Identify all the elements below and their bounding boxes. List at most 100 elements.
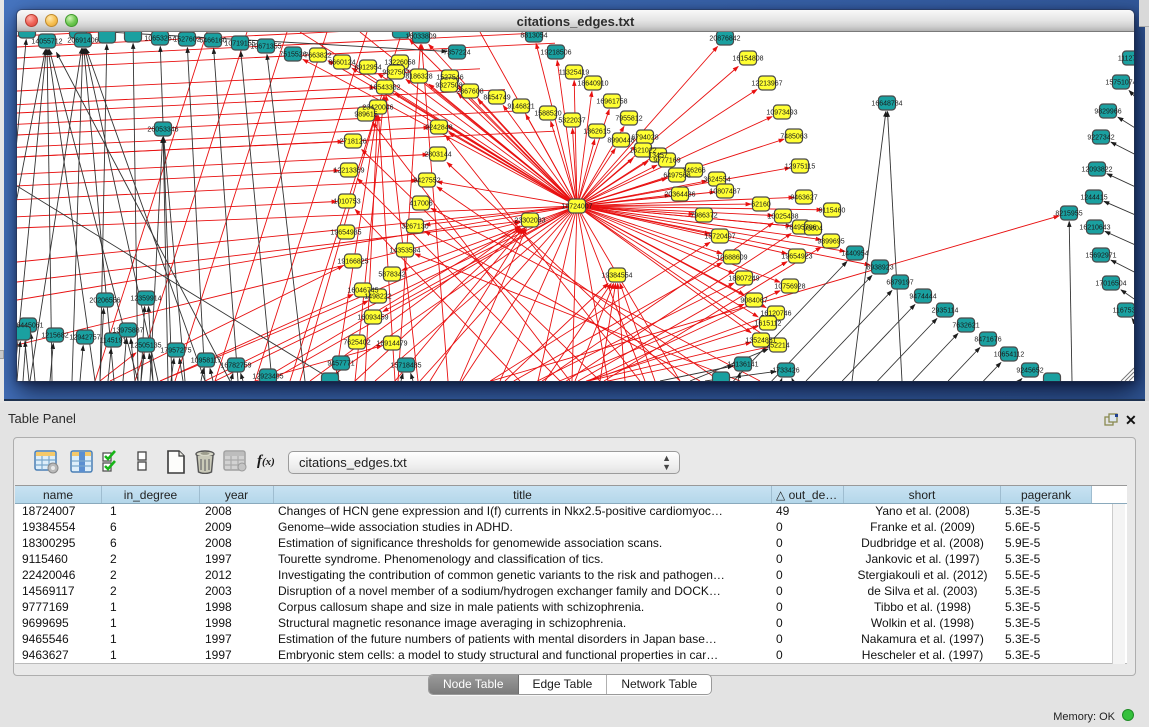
- svg-text:18724007: 18724007: [561, 204, 592, 211]
- svg-text:12359914: 12359914: [130, 296, 161, 303]
- svg-text:19654923: 19654923: [781, 254, 812, 261]
- svg-text:2935114: 2935114: [932, 308, 959, 315]
- svg-text:8813054: 8813054: [520, 33, 547, 40]
- svg-text:9115460: 9115460: [819, 208, 846, 215]
- svg-text:10688609: 10688609: [716, 255, 747, 262]
- svg-text:98804: 98804: [803, 226, 823, 233]
- svg-text:9463627: 9463627: [790, 195, 817, 202]
- svg-text:5322037: 5322037: [558, 118, 585, 125]
- svg-text:1440954: 1440954: [841, 251, 868, 258]
- svg-text:20206556: 20206556: [89, 298, 120, 305]
- svg-text:1167533: 1167533: [1113, 308, 1134, 315]
- svg-text:10807487: 10807487: [709, 189, 740, 196]
- svg-text:1010753: 1010753: [333, 199, 360, 206]
- svg-text:16033809: 16033809: [405, 34, 436, 41]
- svg-text:16154808: 16154808: [732, 56, 763, 63]
- svg-text:16914479: 16914479: [376, 341, 407, 348]
- svg-text:19218506: 19218506: [540, 50, 571, 57]
- svg-text:16445061: 16445061: [17, 323, 44, 330]
- svg-text:1145191: 1145191: [100, 338, 127, 345]
- svg-text:9084067: 9084067: [740, 298, 767, 305]
- svg-text:23302033: 23302033: [514, 218, 545, 225]
- svg-text:12505135: 12505135: [130, 343, 161, 350]
- svg-text:7485063: 7485063: [780, 134, 807, 141]
- svg-text:19654935: 19654935: [330, 230, 361, 237]
- svg-text:5878342: 5878342: [378, 272, 405, 279]
- svg-text:7515526: 7515526: [279, 52, 306, 59]
- svg-text:1588520: 1588520: [534, 111, 561, 118]
- svg-text:14136141: 14136141: [727, 362, 758, 369]
- svg-text:15692971: 15692971: [1085, 253, 1116, 260]
- svg-text:8660124: 8660124: [328, 60, 355, 67]
- svg-text:9777169: 9777169: [653, 158, 680, 165]
- svg-text:9427552: 9427552: [413, 178, 440, 185]
- svg-text:989615: 989615: [354, 112, 377, 119]
- svg-text:9245652: 9245652: [1016, 368, 1043, 375]
- svg-text:16782759: 16782759: [220, 363, 251, 370]
- svg-text:7625402: 7625402: [343, 340, 370, 347]
- svg-text:9227342: 9227342: [1087, 135, 1114, 142]
- svg-text:10025438: 10025438: [767, 214, 798, 221]
- svg-text:9899695: 9899695: [817, 239, 844, 246]
- svg-text:2867608: 2867608: [456, 89, 483, 96]
- svg-text:7663822: 7663822: [304, 53, 331, 60]
- svg-text:9146821: 9146821: [507, 104, 534, 111]
- svg-text:10756928: 10756928: [774, 284, 805, 291]
- svg-text:16120746: 16120746: [760, 311, 791, 318]
- svg-text:16648784: 16648784: [871, 101, 902, 108]
- svg-text:20691406: 20691406: [67, 38, 98, 45]
- svg-text:10973493: 10973493: [766, 110, 797, 117]
- svg-text:6879197: 6879197: [886, 280, 913, 287]
- svg-text:3624554: 3624554: [703, 177, 730, 184]
- svg-text:26053346: 26053346: [147, 127, 178, 134]
- svg-text:2803144: 2803144: [424, 152, 451, 159]
- svg-text:1215682: 1215682: [41, 333, 68, 340]
- svg-text:23420046: 23420046: [362, 105, 393, 112]
- svg-text:16093459: 16093459: [357, 315, 388, 322]
- svg-text:8454749: 8454749: [483, 95, 510, 102]
- svg-text:1244415: 1244415: [1080, 195, 1107, 202]
- svg-text:8186328: 8186328: [405, 74, 432, 81]
- svg-text:252214: 252214: [766, 343, 789, 350]
- svg-text:10654112: 10654112: [994, 352, 1025, 359]
- svg-text:1615112: 1615112: [755, 321, 782, 328]
- svg-text:62160: 62160: [751, 202, 771, 209]
- svg-text:19384554: 19384554: [601, 273, 632, 280]
- svg-text:9242848: 9242848: [425, 125, 452, 132]
- svg-text:17016504: 17016504: [1095, 281, 1126, 288]
- svg-text:3267130: 3267130: [401, 224, 428, 231]
- svg-text:19166825: 19166825: [337, 259, 368, 266]
- svg-text:12923465: 12923465: [252, 374, 283, 381]
- svg-text:2718126: 2718126: [339, 139, 366, 146]
- svg-text:12213967: 12213967: [751, 81, 782, 88]
- svg-text:15751074: 15751074: [1105, 80, 1134, 87]
- svg-text:12942757: 12942757: [69, 335, 100, 342]
- svg-text:18807249: 18807249: [728, 276, 759, 283]
- svg-text:6794028: 6794028: [631, 135, 658, 142]
- svg-text:417006: 417006: [409, 201, 432, 208]
- svg-text:13975887: 13975887: [112, 328, 143, 335]
- svg-text:1112754: 1112754: [1118, 56, 1134, 63]
- svg-text:15718485: 15718485: [390, 363, 421, 370]
- svg-text:8215955: 8215955: [1055, 211, 1082, 218]
- svg-text:1498222: 1498222: [364, 294, 391, 301]
- svg-text:1362615: 1362615: [583, 129, 610, 136]
- svg-text:12975115: 12975115: [785, 164, 816, 171]
- svg-text:18640910: 18640910: [577, 81, 608, 88]
- svg-text:17957275: 17957275: [160, 348, 191, 355]
- svg-text:20364436: 20364436: [664, 192, 695, 199]
- svg-text:16543382: 16543382: [369, 85, 400, 92]
- svg-text:14353594: 14353594: [389, 248, 420, 255]
- svg-text:16961758: 16961758: [596, 99, 627, 106]
- svg-text:1733426: 1733426: [772, 368, 799, 375]
- svg-text:7632621: 7632621: [952, 323, 979, 330]
- svg-text:8471676: 8471676: [974, 337, 1001, 344]
- svg-text:9474444: 9474444: [909, 294, 936, 301]
- svg-text:7357224: 7357224: [443, 50, 470, 57]
- svg-text:15720407: 15720407: [704, 234, 735, 241]
- svg-text:7955812: 7955812: [615, 116, 642, 123]
- svg-text:12213369: 12213369: [333, 168, 364, 175]
- svg-text:8912954: 8912954: [354, 65, 381, 72]
- svg-text:10671355: 10671355: [250, 44, 281, 51]
- svg-text:7986372: 7986372: [690, 213, 717, 220]
